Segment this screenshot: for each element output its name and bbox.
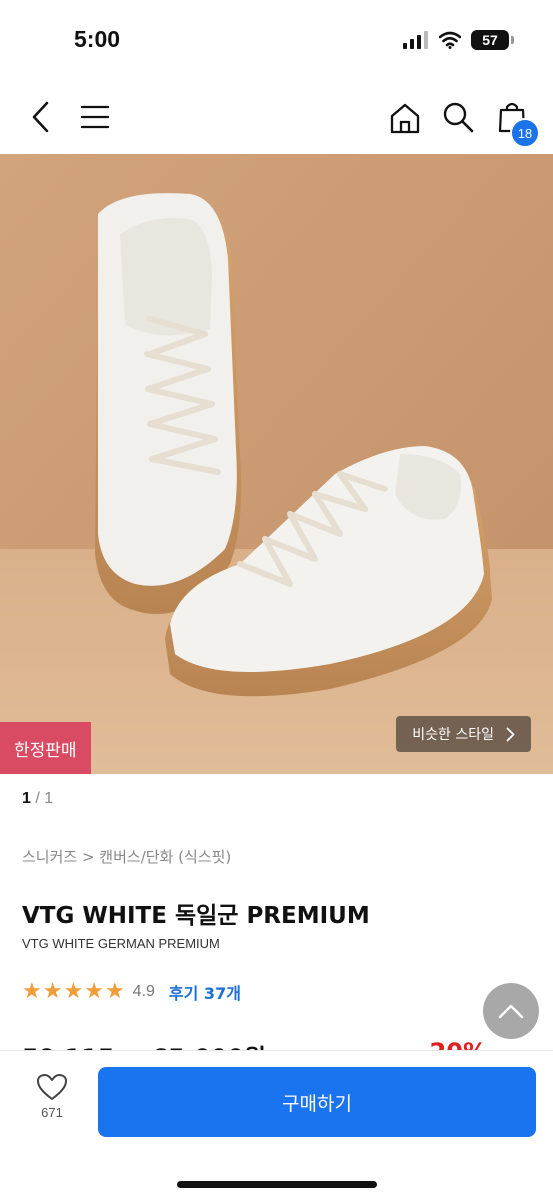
rating-value: 4.9 [132, 983, 155, 1000]
pager-separator: / [35, 790, 40, 807]
cart-count-badge: 18 [510, 118, 540, 148]
chevron-right-icon [506, 727, 515, 741]
rating-stars: ★ ★ ★ ★ ★ [22, 981, 125, 1003]
pager-current: 1 [22, 790, 31, 807]
product-title: VTG WHITE 독일군 PREMIUM [22, 903, 370, 929]
pager-total: 1 [44, 790, 54, 807]
back-button[interactable] [24, 100, 58, 134]
similar-style-button[interactable]: 비슷한 스타일 [396, 716, 531, 752]
search-button[interactable] [440, 100, 476, 134]
like-count: 671 [41, 1105, 63, 1120]
chevron-up-icon [498, 1004, 524, 1019]
star-icon: ★ [42, 979, 63, 1004]
similar-style-label: 비슷한 스타일 [412, 727, 494, 743]
star-icon: ★ [104, 979, 125, 1004]
bottom-action-bar: 671 구매하기 [0, 1050, 553, 1200]
nav-bar: 18 [0, 80, 553, 154]
product-subtitle: VTG WHITE GERMAN PREMIUM [22, 936, 220, 951]
status-time: 5:00 [74, 26, 121, 52]
buy-button[interactable]: 구매하기 [98, 1067, 536, 1137]
rating-row: ★ ★ ★ ★ ★ 4.9 후기 37개 [22, 980, 241, 1004]
like-button[interactable]: 671 [22, 1073, 82, 1120]
status-bar: 5:00 57 [0, 0, 553, 80]
menu-button[interactable] [78, 102, 112, 132]
cart-button[interactable]: 18 [496, 100, 540, 148]
status-icons: 57 [403, 30, 514, 50]
category-breadcrumb[interactable]: 스니커즈 > 캔버스/단화 (식스핏) [22, 846, 231, 867]
heart-icon [37, 1074, 67, 1100]
star-icon: ★ [84, 979, 104, 1004]
review-link[interactable]: 후기 37개 [169, 980, 241, 1004]
star-icon: ★ [63, 979, 84, 1004]
scroll-top-button[interactable] [483, 983, 539, 1039]
back-icon [32, 101, 49, 133]
home-indicator [177, 1181, 377, 1188]
menu-icon [80, 105, 110, 129]
product-image[interactable]: 한정판매 비슷한 스타일 [0, 154, 553, 774]
search-icon [443, 102, 474, 133]
limited-sale-badge: 한정판매 [0, 722, 91, 774]
home-icon [390, 103, 420, 134]
image-pager: 1 / 1 [22, 790, 53, 808]
signal-icon [403, 31, 428, 49]
sneaker-photo [0, 154, 553, 774]
wifi-icon [439, 31, 461, 49]
battery-indicator: 57 [471, 30, 514, 50]
star-icon: ★ [22, 979, 42, 1004]
home-button[interactable] [388, 102, 422, 134]
